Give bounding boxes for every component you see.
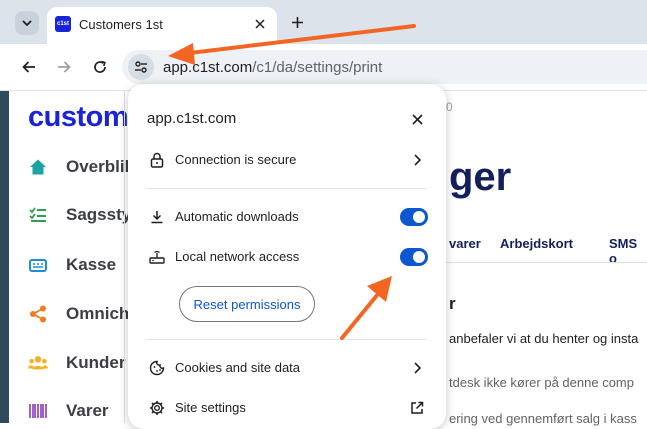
url-text[interactable]: app.c1st.com/c1/da/settings/print bbox=[163, 59, 382, 76]
tab-title: Customers 1st bbox=[79, 17, 163, 32]
reload-button[interactable] bbox=[88, 55, 112, 79]
external-link-icon bbox=[408, 399, 426, 417]
tab-strip: c1st Customers 1st bbox=[0, 0, 647, 44]
sidebar-item-label: Kunder bbox=[66, 353, 126, 372]
body-text-line: tdesk ikke kører på denne comp bbox=[449, 375, 634, 390]
tabs-divider bbox=[446, 262, 647, 263]
close-icon bbox=[411, 113, 423, 125]
left-edge-strip bbox=[0, 91, 9, 423]
sidebar-item-kasse[interactable]: Kasse bbox=[28, 251, 116, 279]
barcode-icon bbox=[28, 401, 48, 421]
url-host: app.c1st.com bbox=[163, 59, 253, 76]
cookies-row[interactable]: Cookies and site data bbox=[128, 350, 446, 386]
new-tab-button[interactable] bbox=[287, 12, 307, 32]
automatic-downloads-row: Automatic downloads bbox=[128, 199, 446, 235]
register-icon bbox=[28, 255, 48, 275]
lock-icon bbox=[148, 151, 166, 169]
tune-icon bbox=[135, 61, 147, 73]
reset-permissions-button[interactable]: Reset permissions bbox=[179, 286, 315, 322]
site-settings-label: Site settings bbox=[175, 400, 246, 415]
automatic-downloads-label: Automatic downloads bbox=[175, 209, 299, 224]
tab-varer[interactable]: varer bbox=[449, 236, 481, 251]
toggle-knob bbox=[413, 211, 425, 223]
back-button[interactable] bbox=[17, 55, 41, 79]
local-network-label: Local network access bbox=[175, 249, 300, 264]
brand-logo[interactable]: custom bbox=[28, 101, 129, 134]
connection-label: Connection is secure bbox=[175, 152, 297, 167]
browser-tab[interactable]: c1st Customers 1st bbox=[47, 7, 277, 44]
tab-close-button[interactable] bbox=[251, 15, 269, 33]
popup-divider bbox=[147, 339, 427, 340]
body-text-line: anbefaler vi at du henter og insta bbox=[449, 331, 639, 346]
router-icon bbox=[148, 248, 166, 266]
site-info-button[interactable] bbox=[128, 54, 154, 80]
connection-security-row[interactable]: Connection is secure bbox=[128, 142, 446, 178]
share-icon bbox=[28, 304, 48, 324]
automatic-downloads-toggle[interactable] bbox=[400, 208, 428, 226]
download-icon bbox=[148, 208, 166, 226]
sidebar-item-sagsstyring[interactable]: Sagsstyr bbox=[28, 201, 138, 229]
popup-divider bbox=[147, 188, 427, 189]
local-network-access-toggle[interactable] bbox=[400, 248, 428, 266]
popup-site-host: app.c1st.com bbox=[147, 110, 237, 127]
sidebar-item-overblik[interactable]: Overblik bbox=[28, 153, 134, 181]
body-text-line: ering ved gennemført salg i kass bbox=[449, 411, 637, 426]
site-info-popup: app.c1st.com Connection is secure Automa… bbox=[128, 84, 446, 429]
sidebar-item-varer[interactable]: Varer bbox=[28, 397, 109, 425]
popup-close-button[interactable] bbox=[406, 108, 428, 130]
sidebar-divider bbox=[124, 91, 125, 423]
forward-button[interactable] bbox=[52, 55, 76, 79]
people-icon bbox=[28, 353, 48, 373]
sidebar-item-label: Varer bbox=[66, 401, 109, 420]
arrow-right-icon bbox=[58, 61, 71, 73]
page-title: ger bbox=[449, 155, 512, 199]
arrow-left-icon bbox=[22, 61, 35, 73]
local-network-access-row: Local network access bbox=[128, 239, 446, 275]
home-icon bbox=[28, 157, 48, 177]
cookies-label: Cookies and site data bbox=[175, 360, 301, 375]
chevron-down-icon bbox=[22, 20, 32, 27]
close-icon bbox=[255, 19, 265, 29]
chevron-right-icon bbox=[410, 360, 424, 376]
sidebar-item-label: Omnich bbox=[66, 304, 130, 323]
tab-arbejdskort[interactable]: Arbejdskort bbox=[500, 236, 573, 251]
checklist-icon bbox=[28, 205, 48, 225]
address-bar[interactable]: app.c1st.com/c1/da/settings/print bbox=[122, 50, 647, 84]
tab-search-button[interactable] bbox=[15, 11, 39, 35]
url-path: /c1/da/settings/print bbox=[252, 59, 383, 76]
reload-icon bbox=[94, 60, 106, 73]
sidebar-item-kunder[interactable]: Kunder bbox=[28, 349, 126, 377]
chevron-right-icon bbox=[410, 152, 424, 168]
favicon-icon: c1st bbox=[55, 16, 71, 32]
gear-icon bbox=[148, 399, 166, 417]
plus-icon bbox=[291, 16, 303, 28]
sidebar-item-omnichannel[interactable]: Omnich bbox=[28, 300, 129, 328]
cookie-icon bbox=[148, 359, 166, 377]
section-title: r bbox=[449, 294, 456, 313]
toggle-knob bbox=[413, 251, 425, 263]
breadcrumb-number: 0 bbox=[446, 100, 453, 114]
site-settings-row[interactable]: Site settings bbox=[128, 390, 446, 426]
sidebar-item-label: Kasse bbox=[66, 255, 117, 274]
